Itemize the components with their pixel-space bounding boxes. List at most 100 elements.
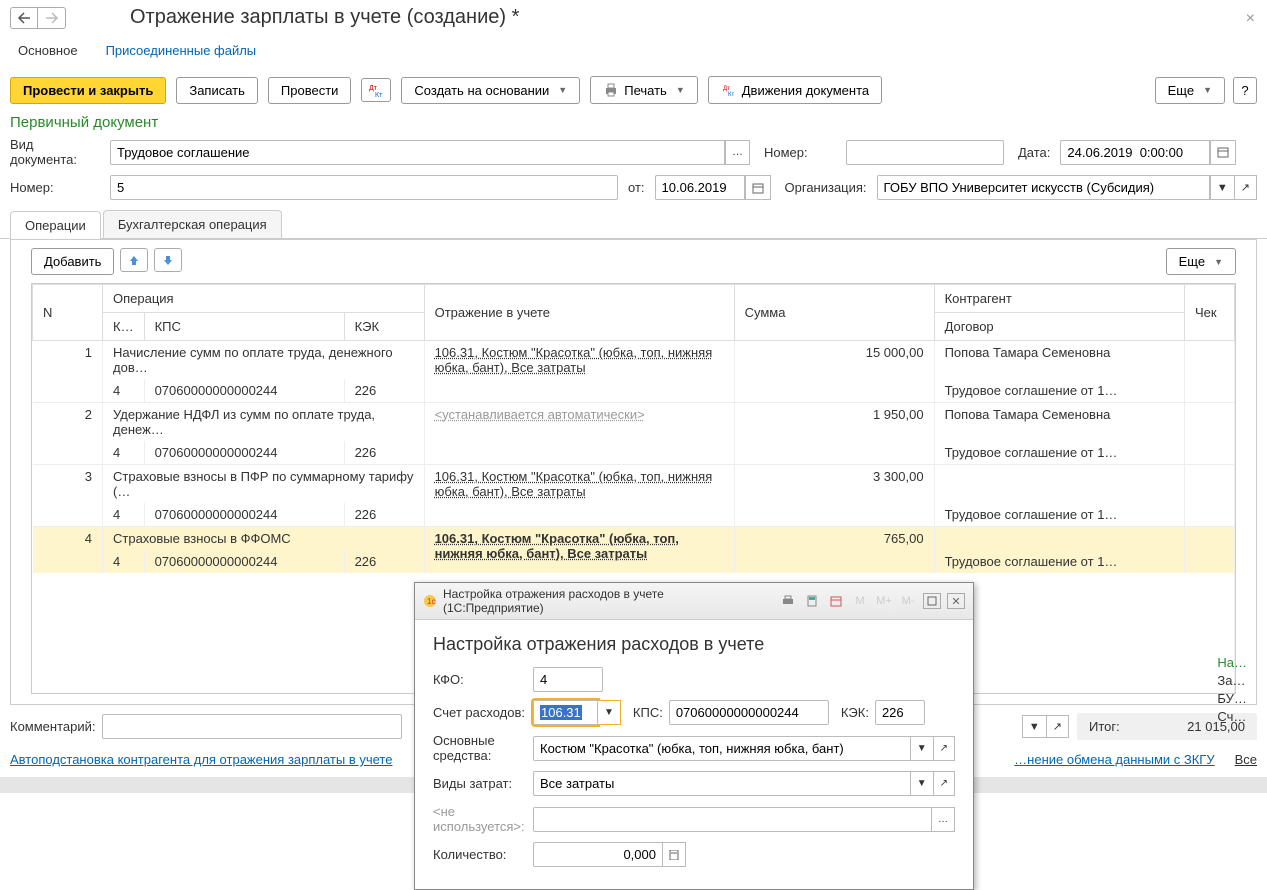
tab-main[interactable]: Основное bbox=[10, 39, 86, 62]
arrow-right-icon bbox=[45, 12, 59, 24]
date-input[interactable] bbox=[1060, 140, 1210, 165]
dialog-titlebar[interactable]: 1c Настройка отражения расходов в учете … bbox=[415, 583, 973, 620]
dialog-title-text: Настройка отражения расходов в учете (1С… bbox=[443, 587, 767, 615]
reflection-link[interactable]: 106.31, Костюм "Красотка" (юбка, топ, ни… bbox=[435, 345, 713, 375]
app-1c-icon: 1c bbox=[423, 594, 437, 608]
col-kps[interactable]: КПС bbox=[144, 313, 344, 341]
reflection-link[interactable]: 106.31, Костюм "Красотка" (юбка, топ, ни… bbox=[435, 531, 679, 561]
org-input[interactable] bbox=[877, 175, 1210, 200]
dlg-os-input[interactable] bbox=[533, 736, 911, 761]
footer-open-button[interactable]: ↗ bbox=[1047, 715, 1069, 738]
dialog-calc-icon[interactable] bbox=[803, 593, 821, 609]
nav-back-button[interactable] bbox=[10, 7, 38, 29]
dlg-unused-label: <не используется>: bbox=[433, 804, 533, 834]
col-counterparty[interactable]: Контрагент bbox=[934, 285, 1184, 313]
dlg-kps-input[interactable] bbox=[669, 700, 829, 725]
col-sum[interactable]: Сумма bbox=[734, 285, 934, 341]
movements-label: Движения документа bbox=[742, 83, 869, 98]
org-open-button[interactable]: ↗ bbox=[1235, 175, 1257, 200]
dlg-unused-select[interactable]: … bbox=[932, 807, 955, 832]
org-dropdown-button[interactable]: ▼ bbox=[1210, 175, 1235, 200]
movements-icon: ДтКт bbox=[721, 82, 737, 98]
add-row-button[interactable]: Добавить bbox=[31, 248, 114, 275]
svg-text:Дт: Дт bbox=[369, 85, 378, 92]
dialog-mem-mplus[interactable]: M+ bbox=[875, 593, 893, 609]
doc-type-input[interactable] bbox=[110, 140, 725, 165]
dlg-os-dropdown[interactable]: ▼ bbox=[911, 736, 934, 761]
dlg-qty-calc[interactable] bbox=[663, 842, 686, 867]
dlg-os-label: Основные средства: bbox=[433, 733, 533, 763]
printer-icon bbox=[603, 82, 619, 98]
dlg-costs-dropdown[interactable]: ▼ bbox=[911, 771, 934, 796]
more-button[interactable]: Еще bbox=[1155, 77, 1225, 104]
table-row[interactable]: 3 Страховые взносы в ПФР по суммарному т… bbox=[33, 465, 1235, 504]
tab-operations[interactable]: Операции bbox=[10, 211, 101, 239]
dialog-heading: Настройка отражения расходов в учете bbox=[433, 634, 955, 655]
dialog-maximize-button[interactable] bbox=[923, 593, 941, 609]
table-row-selected[interactable]: 4 Страховые взносы в ФФОМС 106.31, Костю… bbox=[33, 527, 1235, 551]
dlg-qty-input[interactable] bbox=[533, 842, 663, 867]
dialog-print-icon[interactable] bbox=[779, 593, 797, 609]
col-kek[interactable]: КЭК bbox=[344, 313, 424, 341]
dlg-kfo-input[interactable] bbox=[533, 667, 603, 692]
dlg-costs-input[interactable] bbox=[533, 771, 911, 796]
doc-type-label: Вид документа: bbox=[10, 137, 104, 167]
post-and-close-button[interactable]: Провести и закрыть bbox=[10, 77, 166, 104]
move-down-button[interactable] bbox=[154, 248, 182, 272]
dlg-costs-open[interactable]: ↗ bbox=[934, 771, 955, 796]
page-title: Отражение зарплаты в учете (создание) * bbox=[130, 6, 519, 29]
col-operation[interactable]: Операция bbox=[103, 285, 425, 313]
movements-button[interactable]: ДтКт Движения документа bbox=[708, 76, 882, 104]
move-up-button[interactable] bbox=[120, 248, 148, 272]
reflection-link[interactable]: 106.31, Костюм "Красотка" (юбка, топ, ни… bbox=[435, 469, 713, 499]
total-label: Итог: bbox=[1089, 719, 1120, 734]
doc-type-select-button[interactable]: … bbox=[725, 140, 750, 165]
autosub-link[interactable]: Автоподстановка контрагента для отражени… bbox=[10, 752, 392, 767]
footer-dropdown-button[interactable]: ▼ bbox=[1022, 715, 1047, 738]
table-more-button[interactable]: Еще bbox=[1166, 248, 1236, 275]
post-button[interactable]: Провести bbox=[268, 77, 352, 104]
exchange-link[interactable]: …нение обмена данными с ЗКГУ bbox=[1014, 752, 1214, 767]
dlg-acct-input[interactable]: 106.31 bbox=[533, 700, 598, 725]
all-link[interactable]: Все bbox=[1235, 752, 1257, 767]
record-button[interactable]: Записать bbox=[176, 77, 258, 104]
dialog-close-button[interactable]: ✕ bbox=[947, 593, 965, 609]
number-right-input[interactable] bbox=[846, 140, 1004, 165]
nav-forward-button[interactable] bbox=[38, 7, 66, 29]
dlg-acct-dropdown[interactable]: ▼ bbox=[598, 700, 621, 725]
svg-text:Кт: Кт bbox=[375, 92, 383, 98]
dt-kt-button[interactable]: ДтКт bbox=[361, 78, 391, 102]
col-reflection[interactable]: Отражение в учете bbox=[424, 285, 734, 341]
table-row[interactable]: 1 Начисление сумм по оплате труда, денеж… bbox=[33, 341, 1235, 380]
ot-date-picker-button[interactable] bbox=[745, 175, 771, 200]
dlg-qty-label: Количество: bbox=[433, 847, 533, 862]
dlg-unused-input[interactable] bbox=[533, 807, 932, 832]
hidden-panel-title: На… bbox=[1217, 654, 1247, 672]
table-row[interactable]: 2 Удержание НДФЛ из сумм по оплате труда… bbox=[33, 403, 1235, 442]
calendar-icon bbox=[752, 182, 764, 194]
close-icon[interactable]: × bbox=[1246, 10, 1255, 28]
col-k[interactable]: К… bbox=[103, 313, 145, 341]
dialog-mem-mminus[interactable]: M- bbox=[899, 593, 917, 609]
hidden-panel-line: БУ… bbox=[1217, 690, 1247, 708]
date-picker-button[interactable] bbox=[1210, 140, 1236, 165]
create-based-on-button[interactable]: Создать на основании bbox=[401, 77, 580, 104]
col-n[interactable]: N bbox=[33, 285, 103, 341]
dlg-os-open[interactable]: ↗ bbox=[934, 736, 955, 761]
dlg-costs-label: Виды затрат: bbox=[433, 776, 533, 791]
dlg-kfo-label: КФО: bbox=[433, 672, 533, 687]
help-button[interactable]: ? bbox=[1233, 77, 1257, 104]
tab-accounting-operation[interactable]: Бухгалтерская операция bbox=[103, 210, 282, 238]
col-check[interactable]: Чек bbox=[1185, 285, 1235, 341]
comment-input[interactable] bbox=[102, 714, 402, 739]
arrow-up-icon bbox=[127, 253, 141, 267]
number-input[interactable] bbox=[110, 175, 618, 200]
print-button[interactable]: Печать bbox=[590, 76, 698, 104]
ot-date-input[interactable] bbox=[655, 175, 745, 200]
tab-attached-files[interactable]: Присоединенные файлы bbox=[106, 43, 257, 58]
col-contract[interactable]: Договор bbox=[934, 313, 1184, 341]
dialog-mem-m[interactable]: M bbox=[851, 593, 869, 609]
primary-doc-section: Первичный документ bbox=[0, 108, 1267, 133]
dlg-kek-input[interactable] bbox=[875, 700, 925, 725]
dialog-calendar-icon[interactable] bbox=[827, 593, 845, 609]
